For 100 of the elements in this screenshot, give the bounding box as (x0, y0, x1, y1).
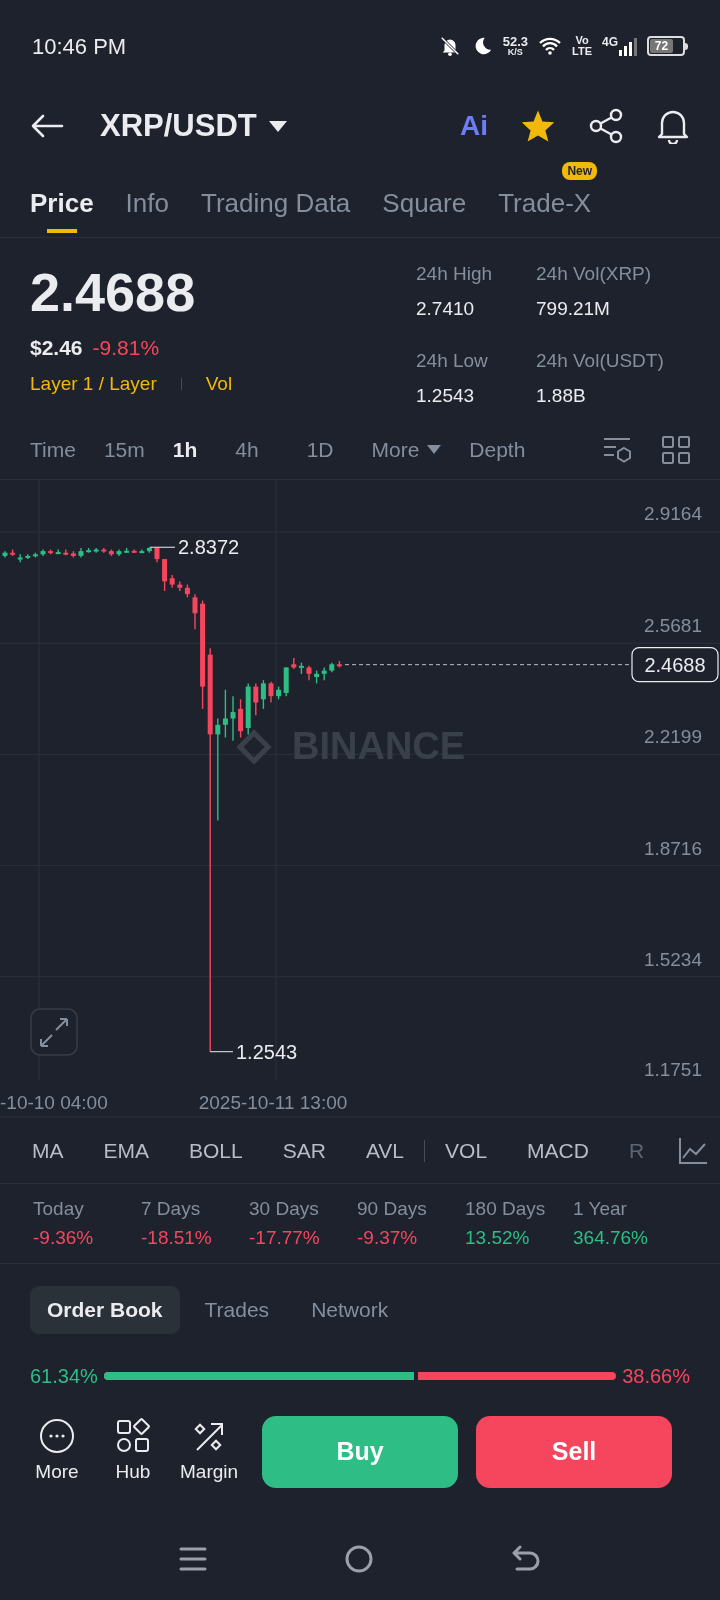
timeframe-tab[interactable]: 1h (172, 433, 198, 466)
price-change: -9.81% (92, 335, 160, 361)
network-type: 4G (602, 36, 618, 48)
bell-icon[interactable] (656, 108, 690, 144)
low-marker: 1.2543 (236, 1040, 298, 1063)
action-button[interactable]: Hub (104, 1417, 162, 1487)
candlestick (40, 548, 46, 557)
depth-tab[interactable]: Depth (469, 433, 526, 466)
indicator-tab[interactable]: EMA (103, 1134, 149, 1167)
caret-icon (268, 120, 287, 132)
stat-label: 24h Vol(USDT) (536, 349, 665, 373)
menu-icon[interactable] (178, 1545, 207, 1573)
candlestick (306, 665, 312, 681)
apps-icon (115, 1417, 151, 1454)
timeframe-tab[interactable]: 1D (296, 433, 344, 466)
leader-line (149, 546, 176, 548)
tab[interactable]: Square (382, 184, 467, 237)
timeframe-tab[interactable]: 15m (103, 433, 145, 466)
caret-icon (427, 445, 442, 454)
price-axis-label: 1.8716 (643, 837, 702, 859)
stat-label: 24h Vol(XRP) (536, 262, 653, 286)
book-tab[interactable]: Order Book (30, 1286, 180, 1334)
timeframe-tab[interactable]: Time (30, 433, 76, 466)
timeframe-tab[interactable]: 4h (225, 433, 269, 466)
indicator-tab[interactable]: VOL (445, 1134, 488, 1167)
stat-value: 1.2543 (416, 383, 476, 408)
period-change: -18.51% (141, 1225, 213, 1250)
indicator-tab[interactable]: MACD (527, 1134, 589, 1167)
network-speed: 52.3 (502, 35, 528, 48)
category-tag[interactable]: Vol (205, 369, 233, 398)
candlestick (2, 550, 8, 559)
period-label: 30 Days (249, 1197, 320, 1221)
period-change: 13.52% (465, 1225, 531, 1250)
usd-price: $2.46 (30, 335, 83, 361)
fullscreen-button[interactable] (30, 1008, 78, 1056)
back-icon[interactable] (30, 114, 64, 138)
stat-value: 2.7410 (416, 296, 476, 321)
period-change: 364.76% (573, 1225, 648, 1250)
action-button[interactable]: Margin (180, 1417, 239, 1487)
high-marker: 2.8372 (178, 536, 240, 559)
speed-unit: K/S (507, 48, 523, 57)
period-label: 1 Year (573, 1197, 628, 1221)
more-dropdown[interactable]: More (371, 433, 442, 466)
price-axis-label: 1.5234 (643, 949, 702, 970)
indicator-tab[interactable]: MA (32, 1134, 64, 1167)
period-change: -9.37% (357, 1225, 419, 1250)
tab[interactable]: Price (30, 184, 94, 237)
candlestick (78, 547, 84, 559)
volte-label: LTE (572, 46, 592, 57)
stat-value: 1.88B (536, 383, 587, 408)
battery-level: 72 (654, 38, 669, 55)
status-time: 10:46 PM (32, 32, 127, 61)
period-label: 180 Days (465, 1197, 547, 1221)
new-badge: New (562, 162, 598, 180)
book-tab[interactable]: Network (294, 1286, 406, 1334)
period-label: 90 Days (357, 1197, 428, 1221)
price-axis-label: 2.5681 (643, 614, 702, 636)
last-price: 2.4688 (30, 261, 197, 324)
candlestick (116, 548, 122, 557)
leader-line (209, 1051, 234, 1053)
wifi-icon (538, 36, 562, 56)
time-axis-label: 2025-10-11 13:00 (198, 1092, 348, 1113)
sell-ratio: 38.66% (622, 1364, 690, 1389)
action-button[interactable]: More (28, 1417, 86, 1487)
grid-icon[interactable] (662, 435, 690, 464)
more-icon (39, 1417, 75, 1454)
candlestick (192, 593, 198, 630)
candlestick (230, 695, 236, 742)
muted-bell-icon (438, 35, 461, 57)
period-label: 7 Days (141, 1197, 202, 1221)
category-tag[interactable]: Layer 1 / Layer (30, 369, 157, 398)
last-price-label: 2.4688 (644, 653, 706, 676)
star-icon[interactable] (520, 109, 556, 143)
back-icon[interactable] (511, 1545, 542, 1573)
price-axis-label: 2.9164 (643, 503, 702, 524)
book-tab[interactable]: Trades (187, 1286, 287, 1334)
tab[interactable]: Trading Data (201, 184, 351, 237)
candlestick (154, 546, 160, 563)
period-change: -17.77% (249, 1225, 321, 1250)
watermark-logo-icon (236, 729, 272, 765)
line-chart-icon[interactable] (678, 1136, 708, 1165)
time-axis-label: -10-10 04:00 (0, 1092, 108, 1113)
share-icon[interactable] (588, 108, 624, 144)
candlestick (268, 681, 274, 704)
buy-ratio: 61.34% (30, 1364, 98, 1389)
chart-settings-icon[interactable] (602, 435, 632, 464)
period-label: Today (33, 1197, 85, 1221)
price-axis-label: 1.1751 (643, 1059, 702, 1080)
tab[interactable]: Trade-X (498, 184, 592, 237)
stat-value: 799.21M (536, 296, 611, 321)
stat-label: 24h Low (416, 349, 489, 373)
indicator-tab[interactable]: SAR (282, 1134, 326, 1167)
ai-button[interactable]: Ai (460, 105, 488, 147)
tab[interactable]: Info (125, 184, 169, 237)
sell-button[interactable]: Sell (476, 1416, 673, 1488)
home-icon[interactable] (344, 1544, 374, 1574)
pair-selector[interactable]: XRP/USDT (100, 102, 287, 150)
signal-icon (619, 38, 637, 56)
indicator-tab[interactable]: AVL (365, 1134, 405, 1167)
indicator-tab[interactable]: BOLL (189, 1134, 243, 1167)
